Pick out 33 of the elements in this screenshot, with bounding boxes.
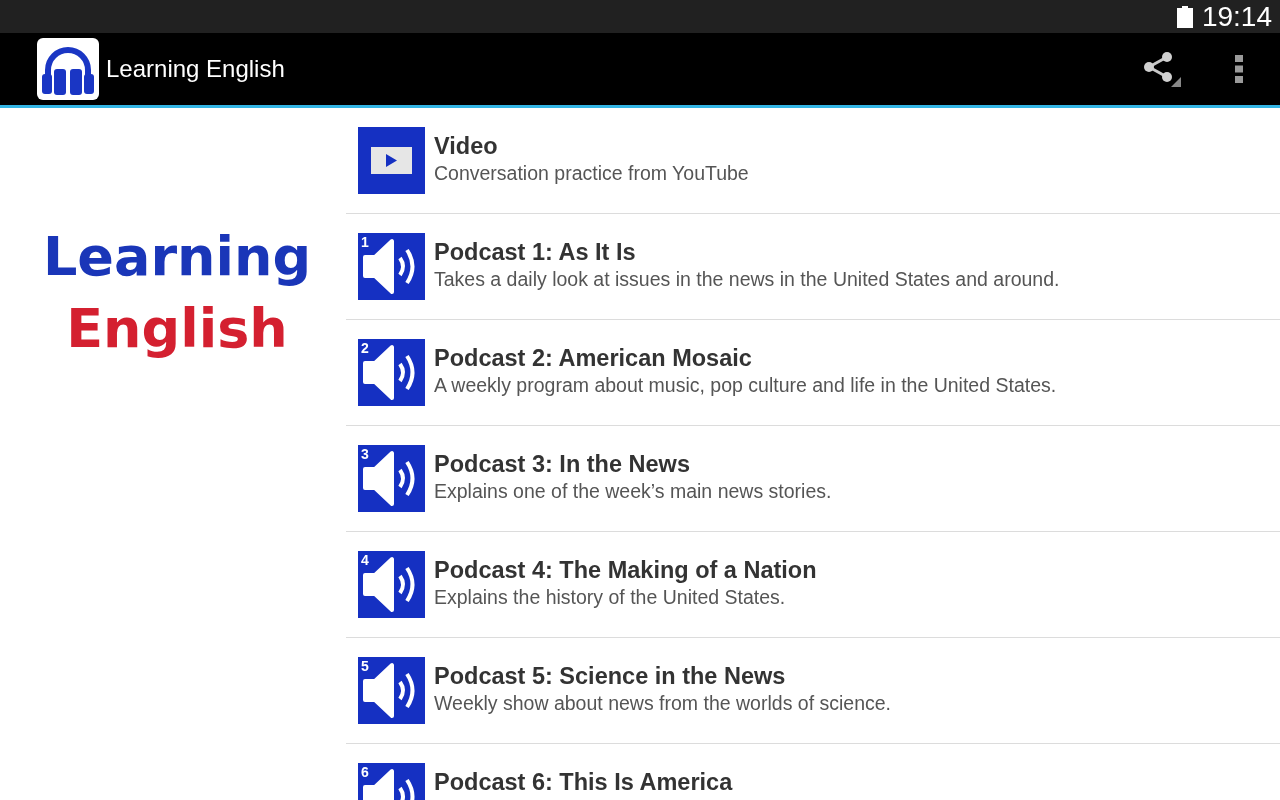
item-description: Explains one of the week’s main news stories. <box>434 479 832 504</box>
video-play-icon <box>358 127 425 194</box>
podcast-number: 6 <box>361 764 369 780</box>
podcast-number: 3 <box>361 446 369 462</box>
item-description: Explains the history of the United States. <box>434 585 787 610</box>
speaker-icon <box>358 339 425 406</box>
item-title[interactable]: Podcast 4: The Making of a Nation <box>434 556 817 585</box>
item-description: Takes a daily look at issues in the news in the United States and around. <box>434 267 1060 292</box>
podcast-number: 5 <box>361 658 369 674</box>
item-title[interactable]: Video <box>434 132 749 161</box>
speaker-icon <box>358 551 425 618</box>
podcast-number: 2 <box>361 340 369 356</box>
speaker-icon <box>358 233 425 300</box>
app-title: Learning English <box>106 55 285 83</box>
item-title[interactable]: Podcast 1: As It Is <box>434 238 1060 267</box>
item-title[interactable]: Podcast 2: American Mosaic <box>434 344 1057 373</box>
item-description: A weekly program about music, pop culture and life in the United States. <box>434 373 1057 398</box>
logo-text: Learning <box>41 224 312 290</box>
item-title[interactable]: Podcast 6: This Is America <box>434 768 733 797</box>
share-icon[interactable] <box>1141 51 1181 87</box>
logo-text: English <box>65 296 288 362</box>
podcast-number: 1 <box>361 234 369 250</box>
speaker-icon <box>358 445 425 512</box>
headphones-app-icon[interactable] <box>37 38 99 100</box>
status-time: 19:14 <box>1201 0 1272 33</box>
overflow-menu-icon[interactable] <box>1235 55 1243 83</box>
item-description: Conversation practice from YouTube <box>434 161 749 186</box>
item-title[interactable]: Podcast 5: Science in the News <box>434 662 891 691</box>
battery-icon <box>1176 5 1193 28</box>
item-title[interactable]: Podcast 3: In the News <box>434 450 832 479</box>
item-description: Weekly show about news from the worlds of science. <box>434 691 891 716</box>
podcast-number: 4 <box>361 552 369 568</box>
speaker-icon <box>358 657 425 724</box>
